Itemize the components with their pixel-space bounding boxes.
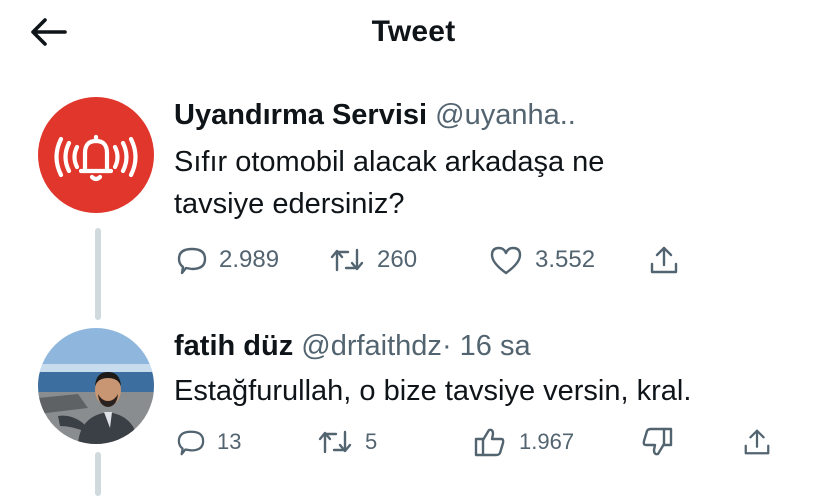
upvote-button[interactable]: 1.967: [473, 422, 574, 462]
reply-actions: 13 5 1.967: [0, 422, 827, 462]
reply-text: Estağfurullah, o bize tavsiye versin, kr…: [174, 375, 692, 407]
retweet-icon: [318, 430, 352, 454]
display-name[interactable]: Uyandırma Servisi: [174, 99, 427, 131]
timestamp[interactable]: 16 sa: [460, 330, 531, 362]
retweet-button[interactable]: 5: [317, 422, 377, 462]
tweet-text-line: tavsiye edersiniz?: [174, 188, 405, 220]
share-icon: [650, 246, 678, 274]
reply-button[interactable]: 13: [177, 422, 241, 462]
reply-count: 2.989: [219, 246, 280, 273]
thumbs-up-icon: [474, 428, 505, 457]
share-button[interactable]: [742, 422, 772, 462]
heart-icon: [490, 246, 522, 275]
avatar[interactable]: [38, 97, 154, 213]
reply-icon: [177, 247, 207, 275]
display-name[interactable]: fatih düz: [174, 330, 293, 362]
like-button[interactable]: 3.552: [489, 240, 595, 280]
tweet-text-line: Sıfır otomobil alacak arkadaşa ne: [174, 146, 605, 178]
share-button[interactable]: [648, 240, 680, 280]
tweet-text: Sıfır otomobil alacak arkadaşa ne tavsiy…: [174, 141, 794, 225]
reply-icon: [177, 430, 205, 456]
alarm-bell-icon: [54, 134, 138, 182]
author-handle[interactable]: @drfaithdz: [301, 330, 442, 362]
downvote-button[interactable]: [640, 422, 674, 462]
retweet-icon: [330, 248, 364, 272]
reply-author[interactable]: fatih düz @drfaithdz· 16 sa: [174, 330, 531, 363]
retweet-button[interactable]: 260: [329, 240, 417, 280]
reply-count: 13: [217, 429, 242, 454]
tweet-author[interactable]: Uyandırma Servisi @uyanha..: [174, 99, 576, 132]
reply-button[interactable]: 2.989: [177, 240, 279, 280]
like-count: 3.552: [535, 246, 596, 273]
thumbs-down-icon: [642, 427, 673, 456]
upvote-count: 1.967: [519, 429, 575, 454]
share-icon: [744, 429, 770, 455]
retweet-count: 260: [377, 246, 418, 273]
author-handle[interactable]: @uyanha..: [435, 99, 576, 131]
retweet-count: 5: [365, 429, 378, 454]
page-title: Tweet: [371, 15, 456, 48]
separator-dot: ·: [441, 330, 452, 362]
top-bar: Tweet: [0, 0, 827, 64]
tweet-actions: 2.989 260 3.552: [0, 240, 827, 280]
